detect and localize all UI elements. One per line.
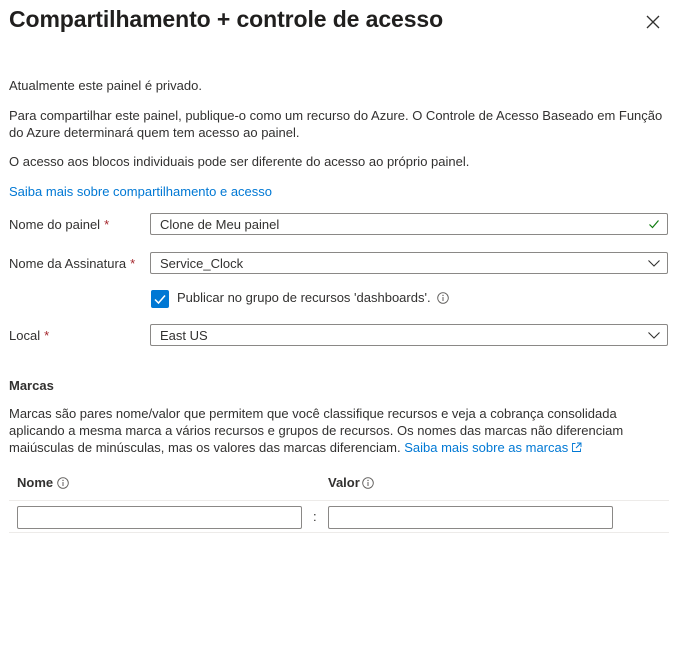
dashboard-name-value: Clone de Meu painel xyxy=(160,217,280,232)
tags-learn-more-link[interactable]: Saiba mais sobre as marcas xyxy=(404,440,582,455)
close-icon[interactable] xyxy=(644,13,662,31)
publish-info-text: Para compartilhar este painel, publique-… xyxy=(9,108,663,140)
location-label: Local * xyxy=(9,328,49,343)
dashboard-name-field[interactable]: Clone de Meu painel xyxy=(150,213,668,235)
tags-header-divider xyxy=(9,500,669,501)
tag-value-column-label: Valor xyxy=(328,475,360,490)
info-icon[interactable] xyxy=(437,292,449,304)
tag-value-column-header: Valor xyxy=(328,475,360,490)
info-icon[interactable] xyxy=(362,477,374,489)
dashboard-name-label: Nome do painel * xyxy=(9,217,109,232)
dashboard-name-label-text: Nome do painel xyxy=(9,217,101,232)
tag-name-column-label: Nome xyxy=(17,475,54,490)
location-dropdown[interactable]: East US xyxy=(150,324,668,346)
tags-learn-more-label: Saiba mais sobre as marcas xyxy=(404,440,569,455)
tag-name-input[interactable] xyxy=(17,506,302,529)
tags-row-divider xyxy=(9,532,669,533)
publish-checkbox-label: Publicar no grupo de recursos 'dashboard… xyxy=(177,290,431,305)
required-marker: * xyxy=(130,256,136,271)
checkbox-check-icon xyxy=(154,295,166,305)
subscription-label-text: Nome da Assinatura xyxy=(9,256,127,271)
subscription-label: Nome da Assinatura * xyxy=(9,256,135,271)
tags-description: Marcas são pares nome/valor que permitem… xyxy=(9,405,669,456)
subscription-value: Service_Clock xyxy=(160,256,244,271)
sharing-learn-more-link[interactable]: Saiba mais sobre compartilhamento e aces… xyxy=(9,184,272,199)
required-marker: * xyxy=(104,217,110,232)
tag-separator: : xyxy=(313,509,317,524)
tag-name-column-header: Nome xyxy=(17,475,53,490)
location-label-text: Local xyxy=(9,328,41,343)
subscription-dropdown[interactable]: Service_Clock xyxy=(150,252,668,274)
info-icon[interactable] xyxy=(57,477,69,489)
sharing-learn-more-container: Saiba mais sobre compartilhamento e aces… xyxy=(9,183,669,200)
tiles-access-text: O acesso aos blocos individuais pode ser… xyxy=(9,154,470,169)
tags-section-title: Marcas xyxy=(9,378,54,393)
checkmark-icon xyxy=(649,220,659,229)
external-link-icon xyxy=(572,442,582,452)
publish-checkbox[interactable] xyxy=(151,290,169,308)
page-title: Compartilhamento + controle de acesso xyxy=(9,6,444,32)
chevron-down-icon xyxy=(648,260,660,267)
required-marker: * xyxy=(44,328,50,343)
private-status-text: Atualmente este painel é privado. xyxy=(9,78,202,93)
chevron-down-icon xyxy=(648,332,660,339)
location-value: East US xyxy=(160,328,208,343)
tag-value-input[interactable] xyxy=(328,506,613,529)
